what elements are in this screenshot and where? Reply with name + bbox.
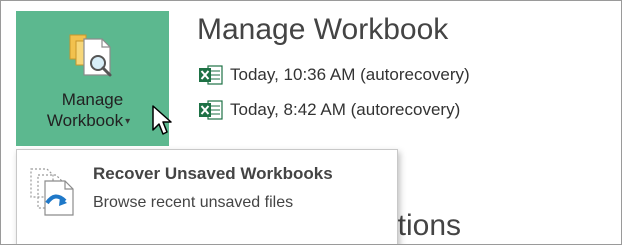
recover-item-title: Recover Unsaved Workbooks	[93, 164, 333, 183]
version-label: Today, 10:36 AM (autorecovery)	[230, 65, 470, 84]
manage-workbook-icon	[69, 34, 112, 77]
excel-file-icon	[199, 65, 223, 85]
section-title: Manage Workbook	[197, 13, 449, 46]
version-label: Today, 8:42 AM (autorecovery)	[230, 100, 461, 119]
manage-workbook-dropdown: Recover Unsaved Workbooks Browse recent …	[16, 149, 398, 244]
mouse-pointer-icon	[152, 105, 172, 135]
excel-file-icon	[199, 100, 223, 120]
recover-item-description: Browse recent unsaved files	[93, 194, 294, 211]
manage-button-label-text: Workbook	[46, 111, 124, 130]
chevron-down-icon: ▾	[125, 116, 131, 128]
recover-workbooks-icon	[30, 168, 74, 216]
manage-button-label-line2: Workbook ▾	[12, 110, 165, 132]
manage-workbook-button[interactable]: Manage Workbook ▾	[16, 11, 169, 146]
version-item[interactable]: Today, 8:42 AM (autorecovery)	[198, 99, 460, 121]
recover-unsaved-workbooks-item[interactable]: Recover Unsaved Workbooks Browse recent …	[17, 150, 397, 240]
backstage-panel: Manage Workbook ▾ Manage Workbook Today, …	[0, 0, 622, 245]
version-item[interactable]: Today, 10:36 AM (autorecovery)	[198, 64, 470, 86]
manage-button-label-line1: Manage	[61, 90, 124, 109]
